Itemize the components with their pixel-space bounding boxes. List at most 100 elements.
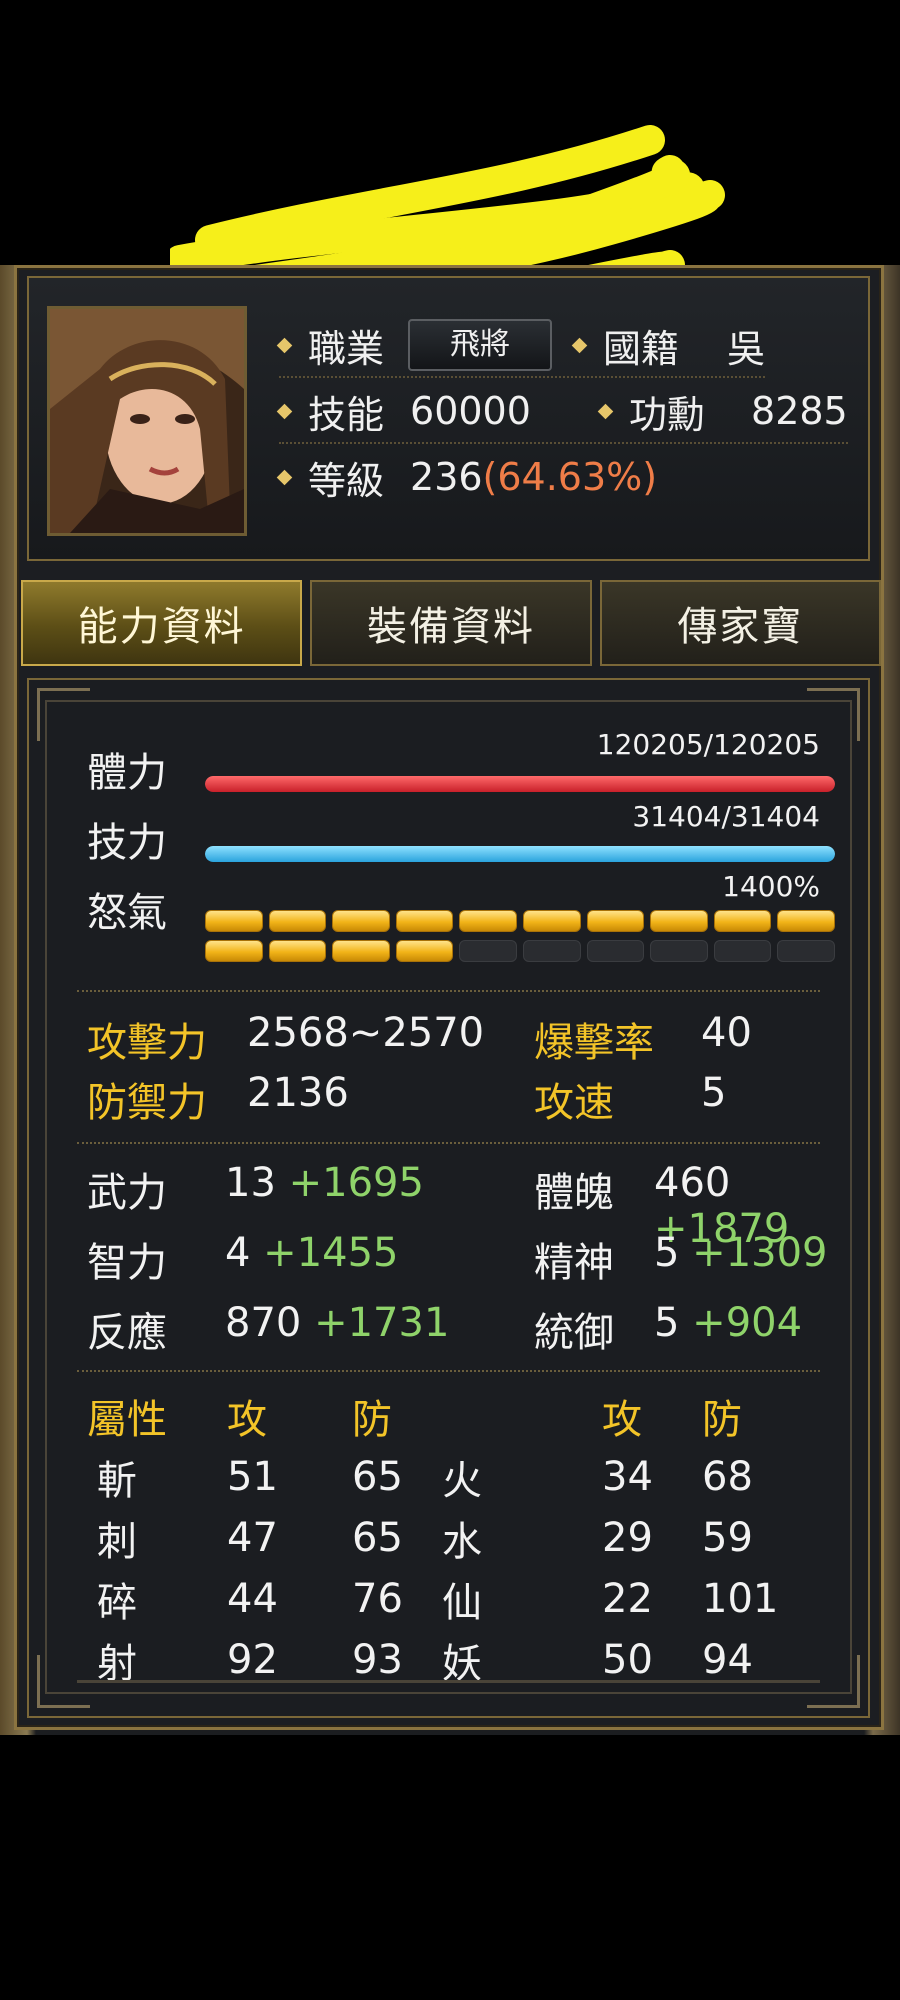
rage-segment bbox=[459, 940, 517, 962]
job-nation-row: 職業 飛將 國籍 吳 bbox=[276, 316, 766, 378]
element-atk: 51 bbox=[227, 1453, 278, 1500]
section-divider bbox=[77, 1142, 820, 1144]
agi-label: 反應 bbox=[87, 1310, 167, 1356]
element-header-atk: 攻 bbox=[227, 1396, 267, 1443]
table-row: 碎 44 76 仙 22 101 bbox=[87, 1568, 847, 1629]
tab-heirloom[interactable]: 傳家寶 bbox=[599, 580, 881, 666]
element-name: 碎 bbox=[97, 1579, 137, 1626]
skill-merit-row: 技能 60000 功勳 8285 bbox=[276, 382, 848, 444]
element-header-atk-2: 攻 bbox=[602, 1396, 642, 1443]
tab-ability-data[interactable]: 能力資料 bbox=[21, 580, 303, 666]
section-divider bbox=[77, 1370, 820, 1372]
element-atk: 29 bbox=[602, 1514, 653, 1561]
bottom-divider bbox=[77, 1680, 820, 1683]
hp-bar-fill bbox=[205, 776, 835, 792]
rage-segment bbox=[268, 940, 327, 962]
element-atk: 34 bbox=[602, 1453, 653, 1500]
element-def: 59 bbox=[702, 1514, 753, 1561]
tab-bar: 能力資料 裝備資料 傳家寶 bbox=[21, 580, 881, 666]
level-value: 236 bbox=[410, 455, 483, 499]
rage-value: 1400% bbox=[722, 870, 820, 903]
hp-label: 體力 bbox=[87, 750, 167, 796]
rage-segment bbox=[586, 910, 645, 932]
str-stat: 13 +1695 bbox=[225, 1160, 424, 1206]
element-def: 94 bbox=[702, 1636, 753, 1683]
mp-label: 技力 bbox=[87, 820, 167, 866]
mp-bar bbox=[205, 846, 835, 862]
diamond-bullet-icon bbox=[571, 337, 588, 353]
con-base: 460 bbox=[654, 1160, 731, 1206]
rage-label: 怒氣 bbox=[87, 890, 167, 936]
element-def: 68 bbox=[702, 1453, 753, 1500]
table-row: 斬 51 65 火 34 68 bbox=[87, 1446, 847, 1507]
element-atk: 22 bbox=[602, 1575, 653, 1622]
agi-base: 870 bbox=[225, 1300, 302, 1346]
rage-segment bbox=[522, 940, 581, 962]
nation-label: 國籍 bbox=[603, 326, 680, 371]
rage-segment bbox=[586, 940, 645, 962]
element-name: 刺 bbox=[97, 1518, 137, 1565]
character-panel: 職業 飛將 國籍 吳 技能 60000 功勳 8285 等級 236 (64.6… bbox=[14, 265, 884, 1730]
spi-base: 5 bbox=[654, 1230, 680, 1276]
element-name: 火 bbox=[442, 1457, 482, 1504]
element-table: 屬性 攻 防 攻 防 斬 51 65 火 34 68 刺 47 65 水 29 bbox=[87, 1385, 847, 1690]
section-divider bbox=[77, 990, 820, 992]
row-divider bbox=[279, 376, 766, 378]
element-header-def-2: 防 bbox=[702, 1396, 742, 1443]
character-header: 職業 飛將 國籍 吳 技能 60000 功勳 8285 等級 236 (64.6… bbox=[27, 276, 870, 561]
rage-segment bbox=[332, 940, 390, 962]
rage-segment bbox=[650, 940, 708, 962]
merit-value: 8285 bbox=[751, 389, 848, 433]
str-label: 武力 bbox=[87, 1170, 167, 1216]
int-bonus: +1455 bbox=[263, 1230, 399, 1276]
element-header-attr: 屬性 bbox=[87, 1396, 167, 1443]
rage-segment bbox=[205, 940, 263, 962]
element-header-def: 防 bbox=[352, 1396, 392, 1443]
hp-value: 120205/120205 bbox=[596, 728, 820, 761]
rage-segment bbox=[395, 940, 454, 962]
rage-segment bbox=[459, 910, 517, 932]
portrait-image bbox=[50, 309, 244, 533]
rage-segment bbox=[777, 940, 835, 962]
spi-label: 精神 bbox=[534, 1240, 614, 1286]
rage-segment bbox=[777, 910, 835, 932]
hp-bar bbox=[205, 776, 835, 792]
cmd-base: 5 bbox=[654, 1300, 680, 1346]
element-atk: 92 bbox=[227, 1636, 278, 1683]
element-atk: 47 bbox=[227, 1514, 278, 1561]
level-label: 等級 bbox=[308, 458, 385, 503]
crit-value: 40 bbox=[701, 1010, 752, 1056]
tab-equipment-data[interactable]: 裝備資料 bbox=[310, 580, 592, 666]
rage-segment bbox=[522, 910, 581, 932]
skill-label: 技能 bbox=[308, 392, 385, 437]
str-base: 13 bbox=[225, 1160, 276, 1206]
mp-value: 31404/31404 bbox=[632, 800, 820, 833]
rage-segment bbox=[650, 910, 708, 932]
diamond-bullet-icon bbox=[276, 337, 293, 353]
attack-label: 攻擊力 bbox=[87, 1020, 207, 1066]
diamond-bullet-icon bbox=[597, 403, 614, 419]
stats-panel: 體力 120205/120205 技力 31404/31404 怒氣 1400%… bbox=[27, 678, 870, 1718]
element-name: 水 bbox=[442, 1518, 482, 1565]
diamond-bullet-icon bbox=[276, 469, 293, 485]
merit-label: 功勳 bbox=[629, 392, 706, 437]
int-stat: 4 +1455 bbox=[225, 1230, 398, 1276]
cmd-stat: 5 +904 bbox=[654, 1300, 802, 1346]
element-def: 65 bbox=[352, 1453, 403, 1500]
rage-segment bbox=[713, 910, 772, 932]
str-bonus: +1695 bbox=[288, 1160, 424, 1206]
speed-value: 5 bbox=[701, 1070, 727, 1116]
element-table-header: 屬性 攻 防 攻 防 bbox=[87, 1385, 847, 1446]
agi-bonus: +1731 bbox=[314, 1300, 450, 1346]
mp-bar-fill bbox=[205, 846, 835, 862]
character-portrait bbox=[47, 306, 247, 536]
defense-label: 防禦力 bbox=[87, 1080, 207, 1126]
job-label: 職業 bbox=[308, 326, 385, 371]
rage-segment bbox=[713, 940, 772, 962]
job-badge: 飛將 bbox=[408, 319, 553, 371]
element-def: 65 bbox=[352, 1514, 403, 1561]
level-progress-percent: (64.63%) bbox=[482, 455, 658, 499]
int-base: 4 bbox=[225, 1230, 251, 1276]
element-name: 斬 bbox=[97, 1457, 137, 1504]
element-atk: 50 bbox=[602, 1636, 653, 1683]
